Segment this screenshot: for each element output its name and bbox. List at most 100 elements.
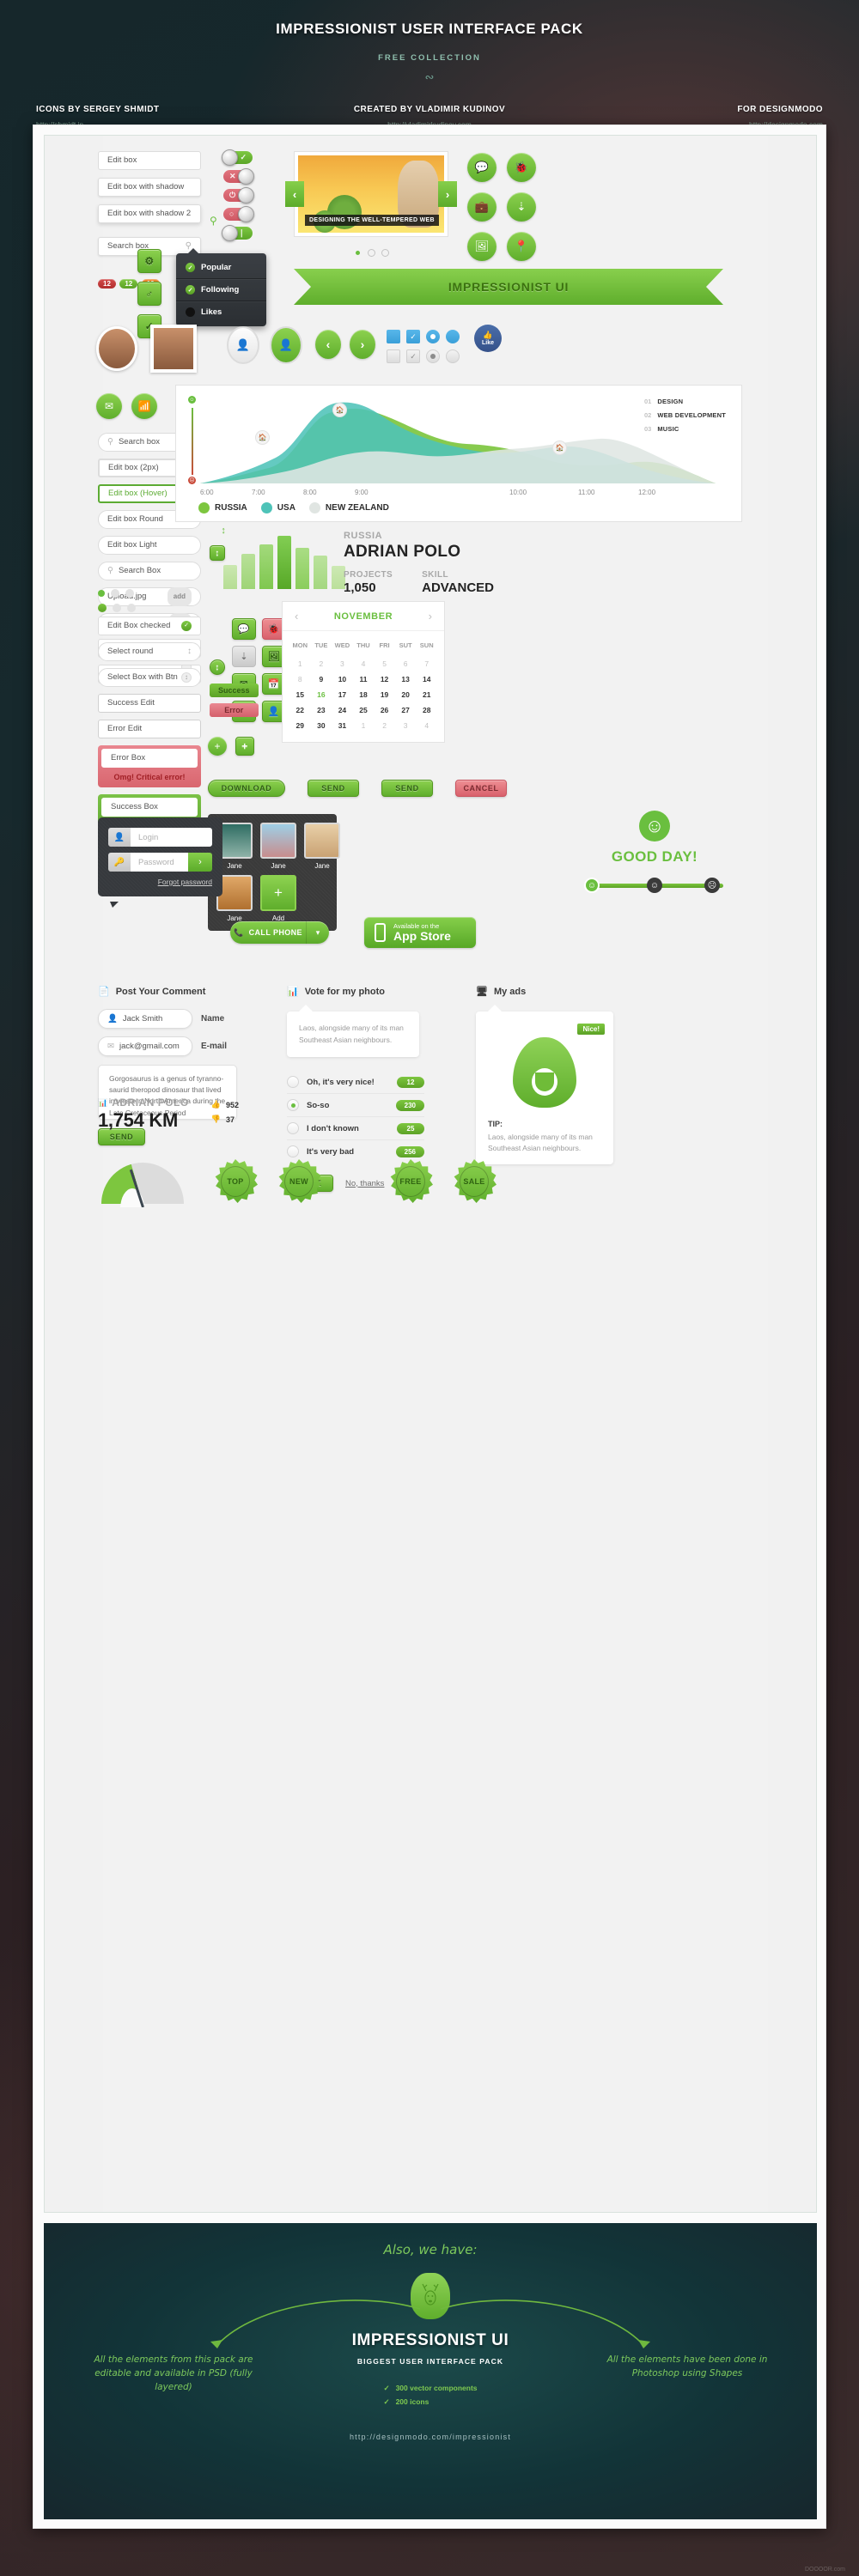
plus-icon[interactable]: + [260, 875, 296, 911]
calendar-day[interactable]: 19 [374, 687, 395, 702]
edit-box-light[interactable]: Edit box Light [98, 536, 201, 555]
password-field[interactable]: 🔑 Password › [108, 853, 212, 872]
dot-active[interactable] [98, 590, 105, 597]
gallery-item[interactable]: Jane [260, 823, 296, 870]
calendar-day[interactable]: 15 [289, 687, 311, 702]
calendar-day[interactable]: 23 [311, 702, 332, 718]
error-box-input[interactable]: Error Box [101, 749, 198, 768]
calendar-day[interactable]: 29 [289, 718, 311, 733]
calendar-day[interactable]: 22 [289, 702, 311, 718]
name-field[interactable]: 👤 Jack Smith [98, 1009, 192, 1029]
mood-step-happy[interactable]: ☺ [584, 878, 600, 893]
edit-box-shadow-2[interactable]: Edit box with shadow 2 [98, 204, 201, 223]
dot-inactive[interactable] [113, 604, 121, 612]
image-icon[interactable]: 🖼 [467, 232, 497, 261]
forgot-password-link[interactable]: Forgot password [108, 878, 212, 886]
calendar-day[interactable]: 27 [395, 702, 417, 718]
user-icon-active[interactable]: 👤 [270, 326, 302, 364]
download-button[interactable]: DOWNLOAD [208, 780, 285, 797]
radio-icon[interactable] [287, 1122, 299, 1135]
no-thanks-link[interactable]: No, thanks [345, 1179, 384, 1188]
calendar-day[interactable]: 2 [374, 718, 395, 733]
share-icon[interactable]: ♂ [137, 282, 161, 306]
calendar-day[interactable]: 4 [353, 656, 375, 671]
toggle-knob[interactable] [222, 225, 238, 241]
dot-inactive[interactable] [127, 604, 136, 612]
pin-icon[interactable]: 📍 [507, 232, 536, 261]
edit-box-checked[interactable]: Edit Box checked ✓ [98, 617, 201, 635]
gallery-thumbnail[interactable] [260, 823, 296, 859]
user-icon-inactive[interactable]: 👤 [227, 326, 259, 364]
calendar-day[interactable]: 31 [332, 718, 353, 733]
toggle-cross[interactable]: ✕ [223, 168, 254, 185]
calendar-day[interactable]: 21 [416, 687, 437, 702]
bug-icon[interactable]: 🐞 [507, 153, 536, 182]
calendar-day[interactable]: 12 [374, 671, 395, 687]
gear-icon[interactable]: ⚙ [137, 249, 161, 273]
login-submit-button[interactable]: › [188, 853, 212, 872]
success-edit[interactable]: Success Edit [98, 694, 201, 713]
login-input[interactable]: Login [131, 828, 212, 847]
like-button[interactable]: 👍 Like [474, 325, 502, 352]
error-edit[interactable]: Error Edit [98, 720, 201, 738]
dot-inactive[interactable] [125, 589, 134, 598]
gallery-item[interactable]: Jane [304, 823, 340, 870]
calendar-day[interactable]: 2 [311, 656, 332, 671]
radio-blue-selected[interactable] [426, 330, 440, 343]
ads-card[interactable]: Nice! TIP: Laos, alongside many of its m… [476, 1005, 613, 1164]
calendar-day[interactable]: 10 [332, 671, 353, 687]
select-stepper-button[interactable]: ↕ [210, 659, 225, 675]
radio-grey-selected[interactable] [426, 349, 440, 363]
toggle-knob[interactable] [238, 206, 254, 222]
gallery-thumbnail[interactable] [304, 823, 340, 859]
send-button-1[interactable]: SEND [308, 780, 359, 797]
star-badge-sale[interactable]: SALE [454, 1159, 497, 1203]
calendar-day[interactable]: 7 [416, 656, 437, 671]
footer-url[interactable]: http://designmodo.com/impressionist [44, 2433, 817, 2441]
chevron-down-icon[interactable]: ▾ [307, 921, 329, 944]
mood-step-neutral[interactable]: ☺ [647, 878, 662, 893]
call-phone-button[interactable]: 📞 CALL PHONE ▾ [230, 921, 329, 944]
dot-active[interactable] [98, 604, 107, 612]
calendar-next-button[interactable]: › [429, 610, 432, 623]
slider-prev-button[interactable]: ‹ [285, 181, 304, 207]
star-badge-free[interactable]: FREE [390, 1159, 433, 1203]
rss-icon[interactable]: 📶 [131, 393, 157, 419]
checkbox-grey-empty[interactable] [387, 349, 400, 363]
star-badge-new[interactable]: NEW [278, 1159, 321, 1203]
dropdown-item-likes[interactable]: Likes [176, 301, 266, 323]
prev-arrow-button[interactable]: ‹ [315, 330, 341, 359]
download-icon[interactable]: ⇣ [507, 192, 536, 222]
cancel-button[interactable]: CANCEL [455, 780, 507, 797]
toggle-circle[interactable]: ○ [223, 206, 254, 222]
search-box-round[interactable]: ⚲ Search Box [98, 562, 201, 580]
plus-icon-circle[interactable]: + [208, 737, 227, 756]
chart-marker-home-icon[interactable]: 🏠 [255, 430, 270, 445]
calendar-day[interactable]: 28 [416, 702, 437, 718]
radio-icon[interactable] [287, 1145, 299, 1158]
chevron-updown-icon[interactable]: ↕ [181, 672, 192, 683]
search-icon-green[interactable]: ⚲ [210, 215, 217, 227]
calendar-day[interactable]: 4 [416, 718, 437, 733]
calendar-day[interactable]: 18 [353, 687, 375, 702]
add-button[interactable]: add [167, 587, 192, 606]
calendar-day[interactable]: 30 [311, 718, 332, 733]
gallery-add-item[interactable]: + Add [260, 875, 296, 922]
toggle-knob[interactable] [238, 168, 254, 185]
calendar-day[interactable]: 17 [332, 687, 353, 702]
calendar-day[interactable]: 3 [395, 718, 417, 733]
calendar-day[interactable]: 24 [332, 702, 353, 718]
success-box-input[interactable]: Success Box [101, 798, 198, 817]
checkbox-grey-checked[interactable]: ✓ [406, 349, 420, 363]
email-field[interactable]: ✉ jack@gmail.com [98, 1036, 192, 1056]
toggle-power[interactable]: ⏻ [223, 187, 254, 204]
star-badge-top[interactable]: TOP [215, 1159, 258, 1203]
chart-marker-home-icon[interactable]: 🏠 [552, 440, 567, 455]
dot-inactive[interactable] [111, 589, 119, 598]
send-button-2[interactable]: SEND [381, 780, 433, 797]
mood-step-sad[interactable]: ☹ [704, 878, 720, 893]
dropdown-item-popular[interactable]: ✓ Popular [176, 257, 266, 279]
calendar-prev-button[interactable]: ‹ [295, 610, 298, 623]
calendar-day[interactable]: 13 [395, 671, 417, 687]
calendar-day[interactable]: 9 [311, 671, 332, 687]
